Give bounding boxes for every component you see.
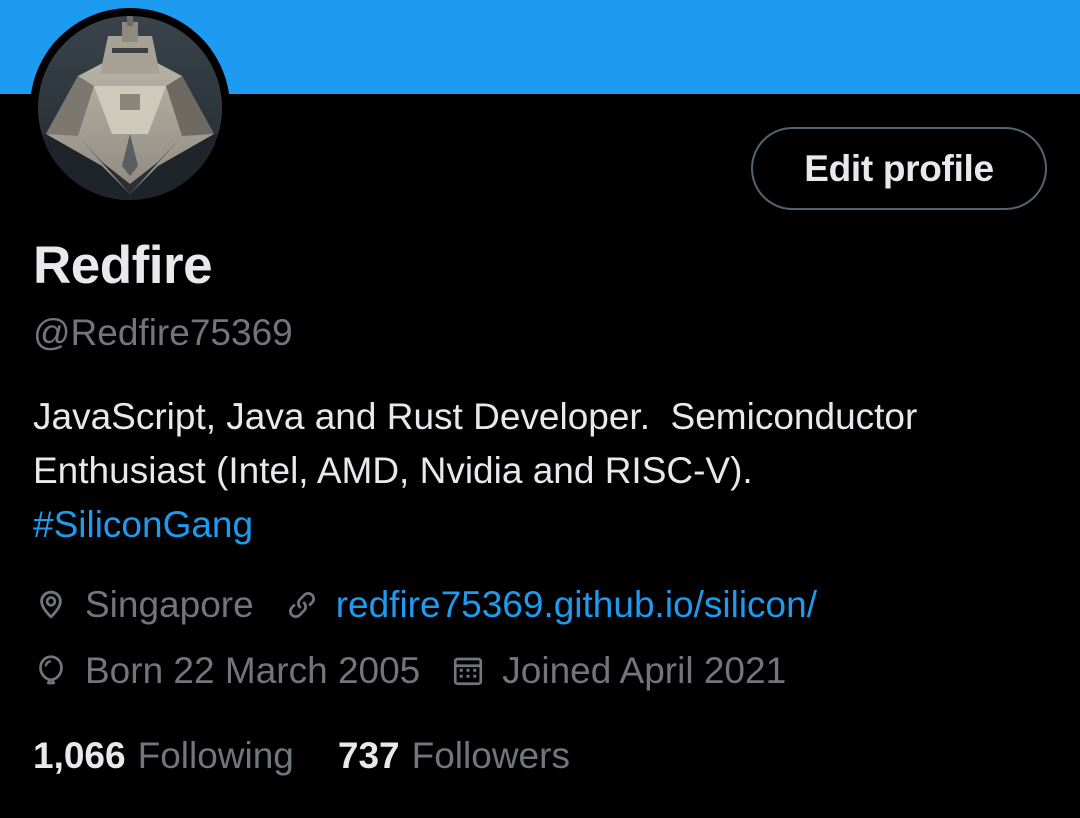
following-label: Following: [137, 735, 294, 776]
followers-label: Followers: [411, 735, 570, 776]
website-link[interactable]: redfire75369.github.io/silicon/: [336, 584, 817, 626]
following-link[interactable]: 1,066 Following: [33, 735, 294, 777]
website-item[interactable]: redfire75369.github.io/silicon/: [284, 584, 817, 626]
link-icon: [288, 592, 315, 618]
profile-meta-row-1: Singapore redfire75369.github.io/silicon…: [33, 584, 817, 626]
birthday-text: Born 22 March 2005: [85, 650, 421, 691]
follow-stats: 1,066 Following 737 Followers: [33, 735, 570, 777]
display-name: Redfire: [33, 236, 213, 295]
joined-text: Joined April 2021: [502, 650, 787, 691]
joined-item: Joined April 2021: [450, 650, 786, 692]
edit-profile-button[interactable]: Edit profile: [751, 127, 1047, 210]
location-pin-icon: [40, 590, 62, 619]
bio-line-2: Enthusiast (Intel, AMD, Nvidia and RISC-…: [33, 450, 753, 491]
balloon-icon: [39, 655, 63, 685]
followers-count: 737: [337, 735, 400, 776]
ship-avatar-image: [38, 16, 222, 200]
profile-meta-row-2: Born 22 March 2005 Joined April 2021: [33, 650, 786, 692]
bio-line-1: JavaScript, Java and Rust Developer. Sem…: [33, 396, 918, 437]
calendar-icon: [454, 657, 483, 686]
bio-hashtag-link[interactable]: #SiliconGang: [33, 498, 1053, 552]
user-handle: @Redfire75369: [33, 312, 293, 353]
following-count: 1,066: [33, 735, 126, 776]
location-text: Singapore: [85, 584, 254, 625]
followers-link[interactable]: 737 Followers: [338, 735, 570, 777]
avatar[interactable]: [38, 16, 222, 200]
birthday-item: Born 22 March 2005: [33, 650, 420, 692]
location-item: Singapore: [33, 584, 254, 626]
bio: JavaScript, Java and Rust Developer. Sem…: [33, 390, 1053, 552]
